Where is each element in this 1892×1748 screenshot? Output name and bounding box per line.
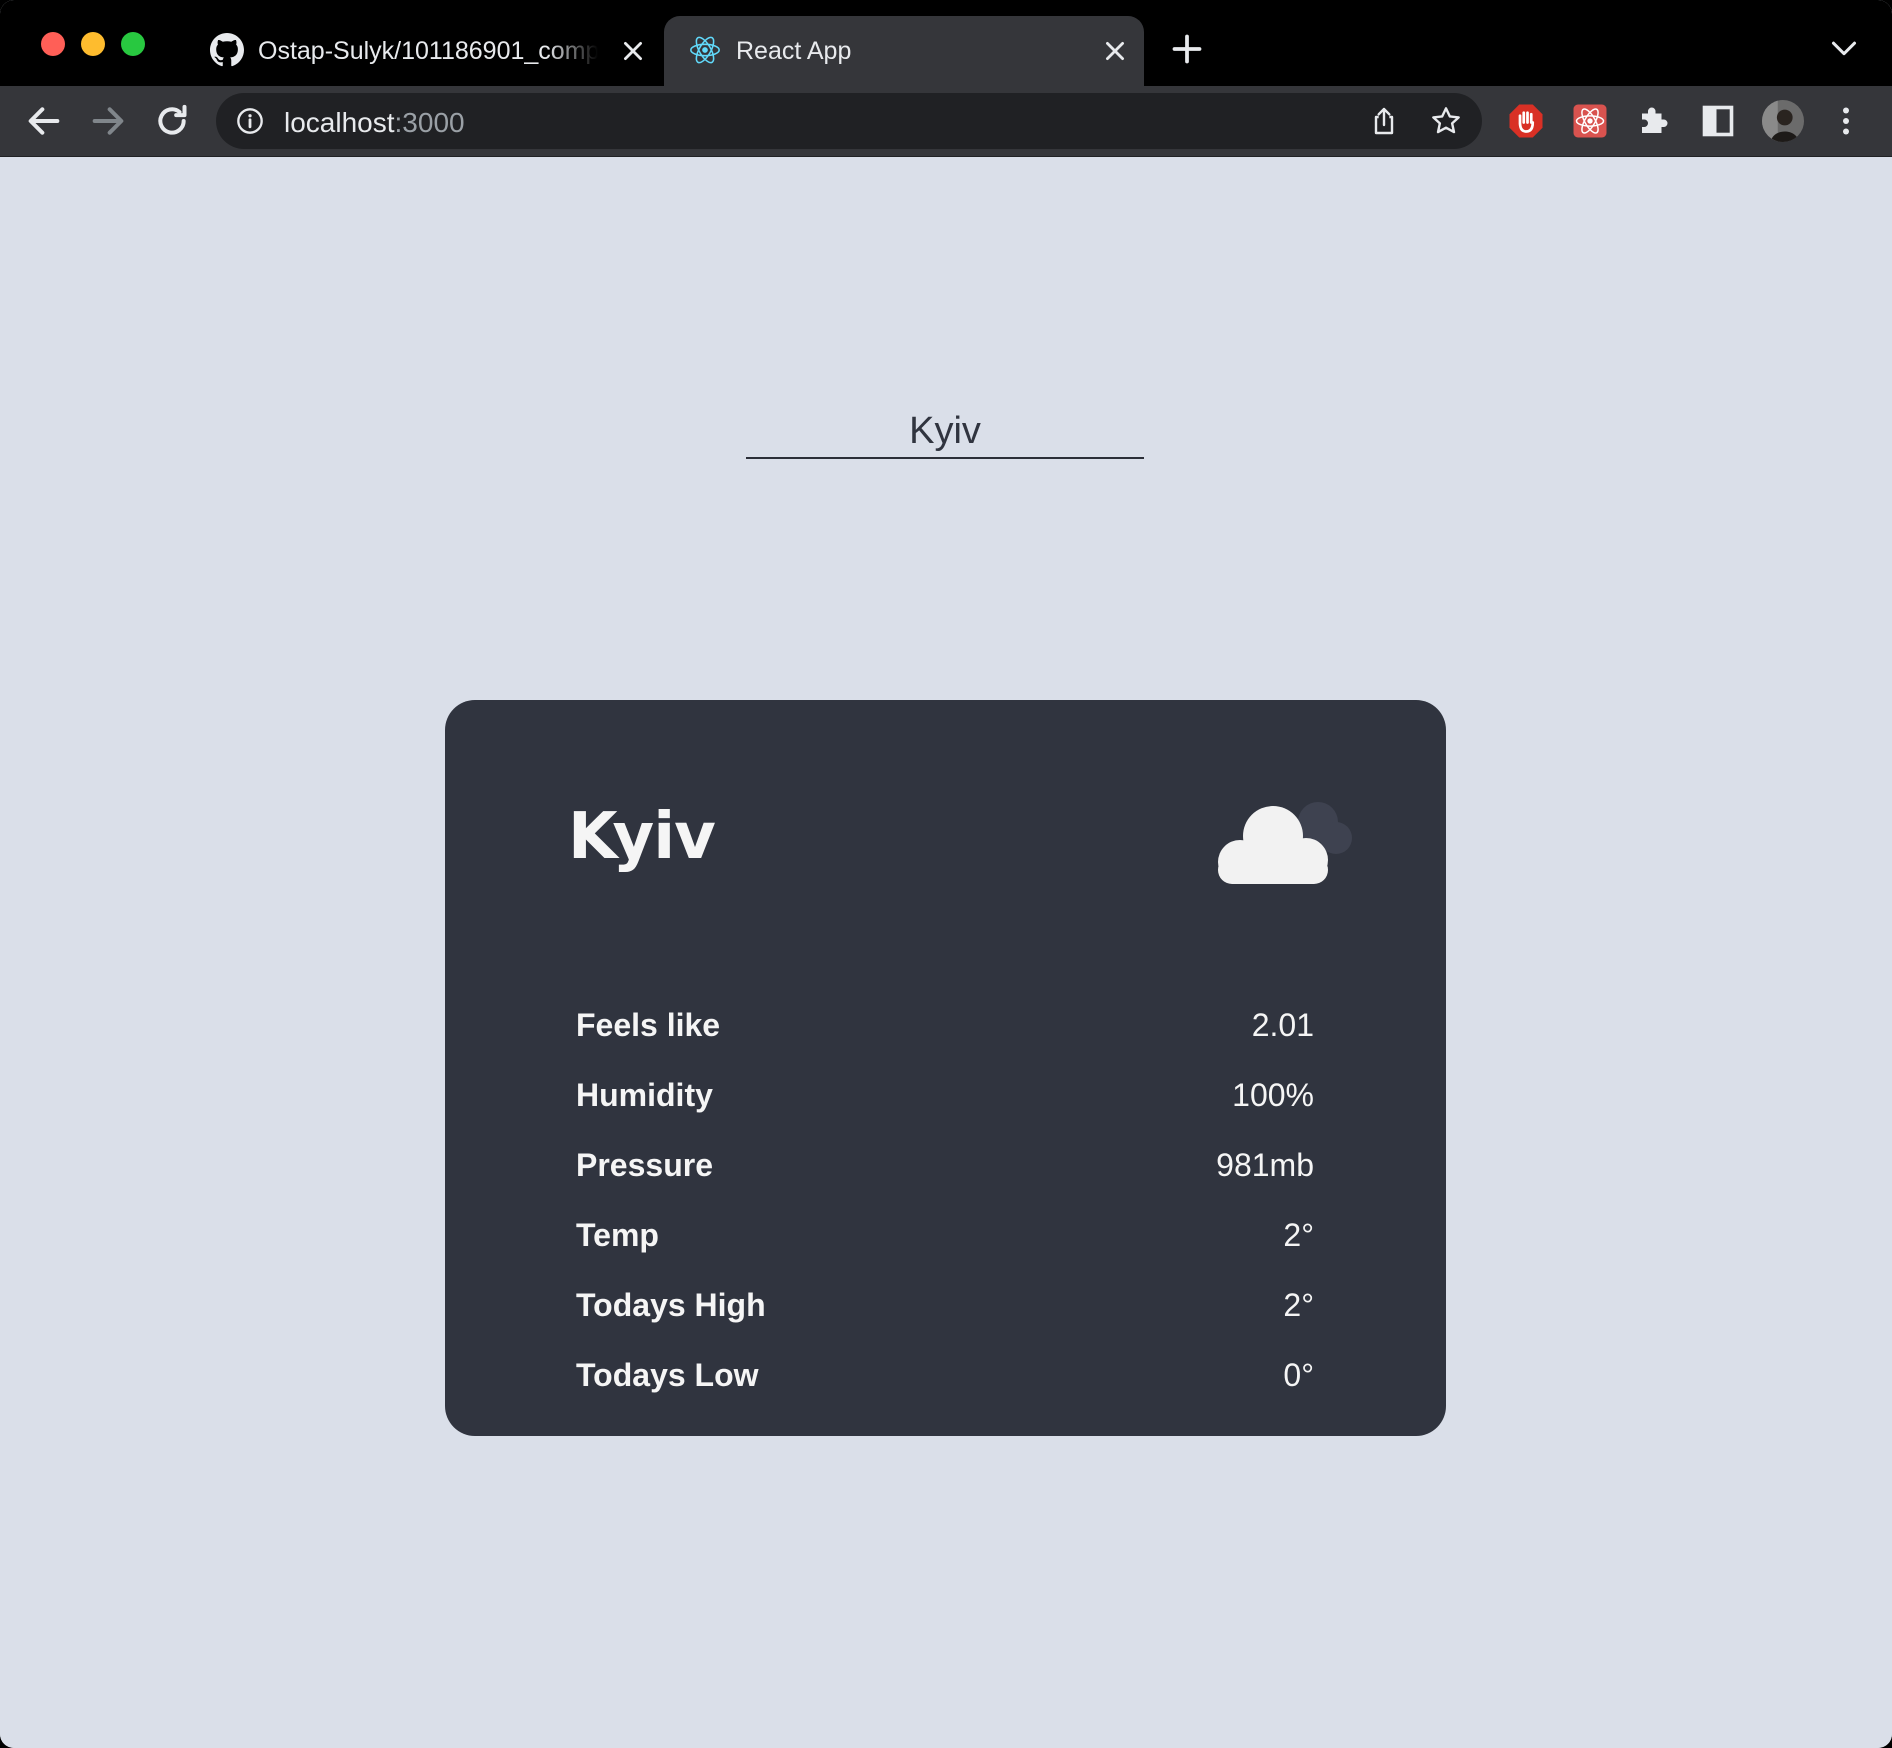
- tab-title: React App: [736, 37, 852, 65]
- url-port: :3000: [394, 107, 465, 138]
- page-content: Kyiv Feels like 2.01 Humidity 100%: [0, 157, 1892, 1748]
- window-maximize-button[interactable]: [121, 32, 145, 56]
- stat-row: Feels like 2.01: [576, 990, 1314, 1060]
- stat-label: Humidity: [576, 1076, 713, 1113]
- chevron-down-icon[interactable]: [1830, 38, 1858, 60]
- share-icon[interactable]: [1368, 105, 1400, 137]
- react-icon: [690, 36, 720, 64]
- avatar[interactable]: [1762, 100, 1804, 142]
- back-arrow-icon[interactable]: [24, 101, 64, 141]
- stat-value: 2.01: [1251, 1006, 1314, 1043]
- stat-label: Todays High: [576, 1286, 766, 1323]
- stat-value: 981mb: [1216, 1146, 1314, 1183]
- tab-github[interactable]: Ostap-Sulyk/101186901_comp: [190, 16, 660, 86]
- browser-toolbar: localhost:3000: [0, 86, 1892, 157]
- stat-value: 2°: [1283, 1286, 1314, 1323]
- cloud-icon: [1218, 802, 1352, 884]
- stat-row: Pressure 981mb: [576, 1130, 1314, 1200]
- forward-arrow-icon[interactable]: [88, 101, 128, 141]
- stat-label: Todays Low: [576, 1356, 759, 1393]
- stat-value: 2°: [1283, 1216, 1314, 1253]
- url-host: localhost: [284, 107, 395, 138]
- stat-label: Temp: [576, 1216, 659, 1253]
- tab-react-app[interactable]: React App: [664, 16, 1144, 86]
- browser-window: Ostap-Sulyk/101186901_comp React App loc…: [0, 0, 1892, 1748]
- new-tab-icon[interactable]: [1172, 34, 1202, 64]
- window-minimize-button[interactable]: [81, 32, 105, 56]
- weather-card: Kyiv Feels like 2.01 Humidity 100% Press…: [445, 700, 1446, 1436]
- react-devtools-extension-icon[interactable]: [1572, 103, 1608, 139]
- tab-close-icon[interactable]: [1102, 38, 1128, 64]
- stat-row: Temp 2°: [576, 1200, 1314, 1270]
- tab-title: Ostap-Sulyk/101186901_comp: [258, 37, 598, 65]
- tab-strip: Ostap-Sulyk/101186901_comp React App: [0, 0, 1892, 86]
- stat-row: Todays High 2°: [576, 1270, 1314, 1340]
- weather-stats: Feels like 2.01 Humidity 100% Pressure 9…: [576, 990, 1314, 1410]
- info-icon[interactable]: [236, 107, 264, 135]
- stat-value: 0°: [1283, 1356, 1314, 1393]
- star-icon[interactable]: [1430, 105, 1462, 137]
- city-search-input[interactable]: [746, 405, 1144, 459]
- puzzle-icon[interactable]: [1636, 103, 1672, 139]
- stat-row: Todays Low 0°: [576, 1340, 1314, 1410]
- stat-label: Pressure: [576, 1146, 713, 1183]
- window-close-button[interactable]: [41, 32, 65, 56]
- tab-close-icon[interactable]: [620, 38, 646, 64]
- address-bar[interactable]: localhost:3000: [216, 93, 1482, 149]
- stat-row: Humidity 100%: [576, 1060, 1314, 1130]
- more-menu-icon[interactable]: [1828, 103, 1864, 139]
- city-name: Kyiv: [568, 800, 716, 874]
- side-panel-icon[interactable]: [1700, 103, 1736, 139]
- stat-value: 100%: [1232, 1076, 1314, 1113]
- reload-icon[interactable]: [152, 101, 192, 141]
- adblock-extension-icon[interactable]: [1508, 103, 1544, 139]
- url-text: localhost:3000: [284, 107, 465, 139]
- github-icon: [210, 33, 244, 67]
- stat-label: Feels like: [576, 1006, 721, 1043]
